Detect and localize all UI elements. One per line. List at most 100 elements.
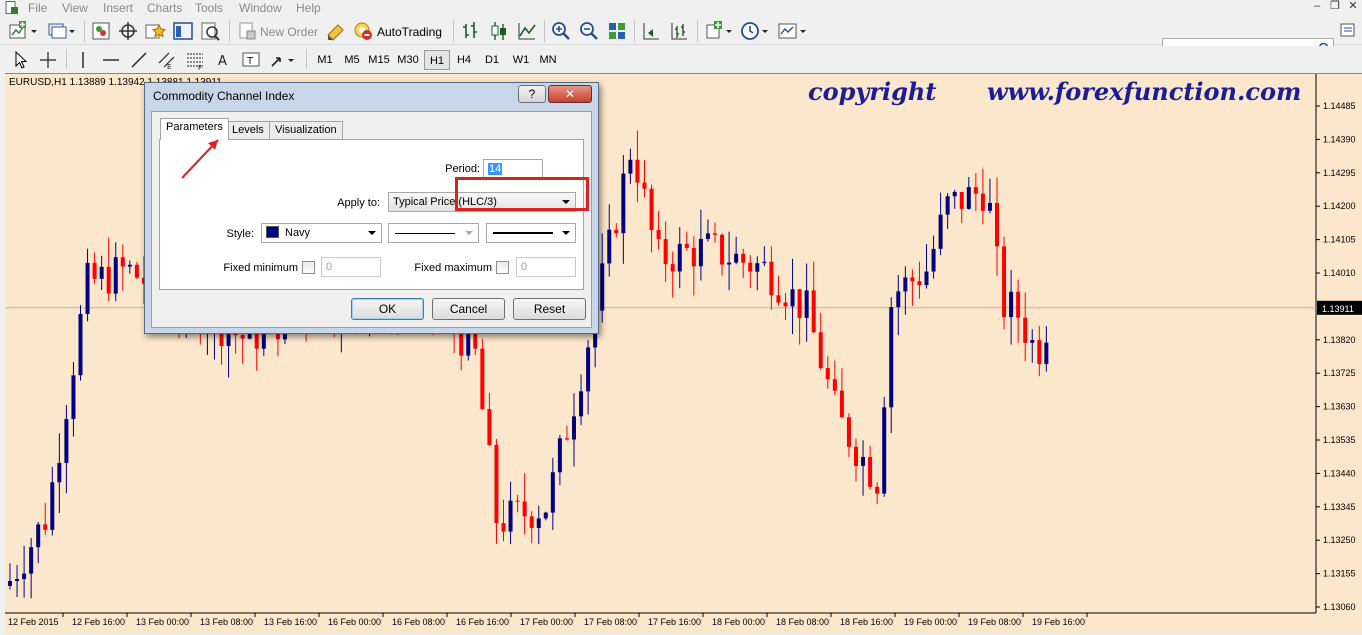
menu-help[interactable]: Help [296,1,321,15]
style-color-select[interactable]: Navy [261,223,382,243]
strategy-tester-icon[interactable] [199,20,221,42]
fixed-minimum-input[interactable]: 0 [321,257,381,277]
fixed-minimum-checkbox[interactable] [302,261,315,274]
period-label: Period: [445,163,480,175]
templates-icon[interactable] [777,20,807,42]
chart-shift-icon[interactable] [668,20,690,42]
profiles-icon[interactable] [46,20,76,42]
candle-body [839,390,844,418]
text-tool-icon[interactable]: A [212,49,234,71]
fibonacci-icon[interactable]: F [184,49,206,71]
autotrading-label[interactable]: AutoTrading [377,25,442,39]
candle-body [120,257,125,267]
candle-body [825,368,830,380]
fixed-maximum-checkbox[interactable] [496,261,509,274]
fixed-maximum-input[interactable]: 0 [516,257,576,277]
candle-body [635,159,640,183]
autotrading-icon[interactable] [352,20,374,42]
time-tick-label: 12 Feb 16:00 [72,617,125,627]
candle-body [501,523,506,532]
zoom-out-icon[interactable] [578,20,600,42]
timeframe-d1-button[interactable]: D1 [479,50,505,70]
menu-insert[interactable]: Insert [103,1,133,15]
candle-body [882,407,887,494]
cci-dialog: Commodity Channel Index ? ✕ Parameters L… [144,82,599,334]
horizontal-line-icon[interactable] [100,49,122,71]
zoom-in-icon[interactable] [550,20,572,42]
price-tick-label: 1.13535 [1323,435,1356,445]
crosshair-navigator-icon[interactable] [117,20,139,42]
timeframe-h4-button[interactable]: H4 [451,50,477,70]
time-tick-label: 13 Feb 08:00 [200,617,253,627]
candle-body [938,214,943,249]
crosshair-icon[interactable] [37,49,59,71]
new-chart-icon[interactable] [8,20,38,42]
candle-body [818,332,823,369]
new-order-label[interactable]: New Order [260,25,318,39]
line-width-select[interactable] [486,223,576,243]
price-tick-label: 1.13060 [1323,602,1356,612]
candlestick-chart-icon[interactable] [488,20,510,42]
dialog-title: Commodity Channel Index [153,89,295,103]
timeframe-m30-button[interactable]: M30 [395,50,421,70]
current-price-label: 1.13911 [1322,304,1354,314]
menu-file[interactable]: File [28,1,47,15]
tile-windows-icon[interactable] [606,20,628,42]
dialog-close-button[interactable]: ✕ [548,85,592,103]
menu-charts[interactable]: Charts [147,1,182,15]
periods-clock-icon[interactable] [740,20,770,42]
ok-button[interactable]: OK [351,298,424,320]
candle-body [50,482,55,530]
vertical-line-icon[interactable] [72,49,94,71]
candle-body [741,253,746,263]
candle-body [85,262,90,315]
text-label-icon[interactable]: T [240,49,262,71]
close-window-button[interactable]: ✕ [1342,0,1362,14]
community-icon[interactable] [1340,22,1358,40]
candle-body [494,444,499,524]
timeframe-m15-button[interactable]: M15 [366,50,392,70]
auto-scroll-icon[interactable] [640,20,662,42]
candle-body [572,416,576,440]
new-order-icon[interactable] [236,20,258,42]
candle-body [952,191,957,197]
timeframe-w1-button[interactable]: W1 [508,50,534,70]
candle-body [973,187,978,194]
terminal-icon[interactable] [172,20,194,42]
cursor-icon[interactable] [10,49,32,71]
timeframe-h1-button[interactable]: H1 [424,50,450,70]
candle-body [727,262,732,265]
timeframe-m5-button[interactable]: M5 [339,50,365,70]
indicators-icon[interactable] [704,20,734,42]
menu-tools[interactable]: Tools [195,1,223,15]
timeframe-mn-button[interactable]: MN [535,50,561,70]
style-label: Style: [226,228,254,240]
dialog-help-button[interactable]: ? [518,85,546,103]
tab-visualization[interactable]: Visualization [269,121,343,140]
reset-button[interactable]: Reset [513,298,586,320]
metaeditor-icon[interactable] [325,20,347,42]
period-input[interactable]: 14 [483,159,543,179]
line-chart-icon[interactable] [516,20,538,42]
bar-chart-icon[interactable] [460,20,482,42]
cancel-button[interactable]: Cancel [432,298,505,320]
menu-window[interactable]: Window [239,1,282,15]
menu-view[interactable]: View [62,1,88,15]
tab-levels[interactable]: Levels [226,121,270,140]
candle-body [564,438,569,440]
candle-body [868,456,873,487]
line-style-select[interactable] [388,223,479,243]
candle-body [790,289,795,307]
timeframe-m1-button[interactable]: M1 [312,50,338,70]
time-tick-label: 17 Feb 16:00 [648,617,701,627]
equidistant-channel-icon[interactable]: E [156,49,178,71]
price-tick-label: 1.13345 [1323,502,1356,512]
candle-body [543,512,548,519]
favorites-icon[interactable] [144,20,166,42]
trendline-icon[interactable] [128,49,150,71]
market-watch-icon[interactable] [90,20,112,42]
arrows-icon[interactable] [268,49,298,71]
toolbar-separator [697,20,698,42]
svg-text:E: E [167,63,171,71]
candle-body [15,579,20,582]
